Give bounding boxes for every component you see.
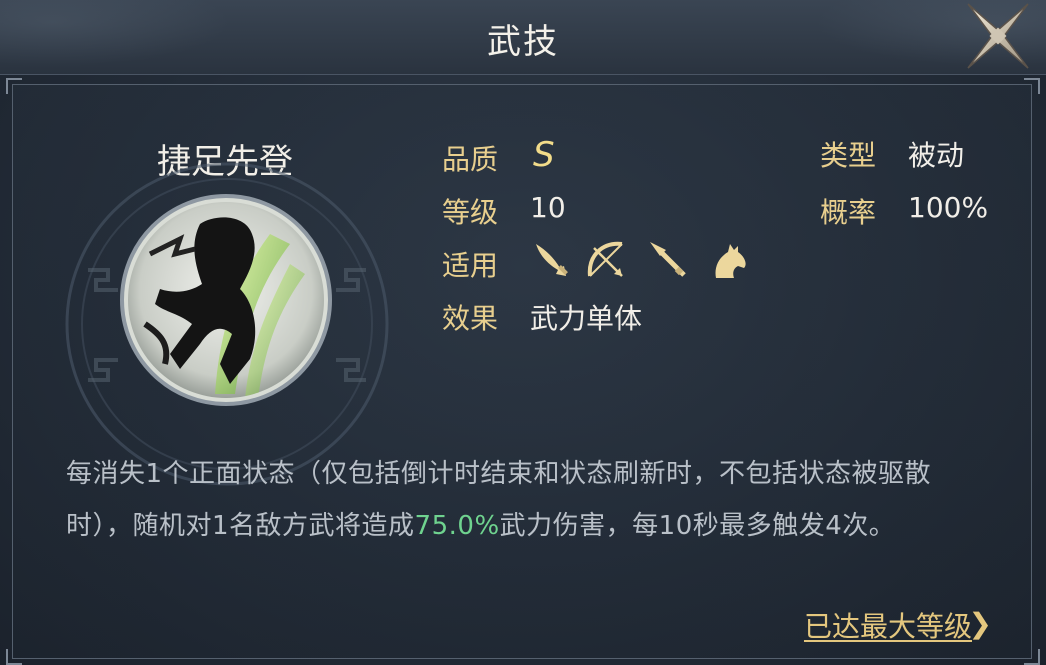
bow-icon (587, 241, 623, 277)
damage-percent: 75.0% (414, 511, 500, 541)
skill-description: 每消失1个正面状态（仅包括倒计时结束和状态刷新时，不包括状态被驱散时），随机对1… (66, 448, 986, 552)
quality-label: 品质 (442, 143, 499, 176)
chevron-right-icon: ❯ (968, 607, 992, 640)
chance-label: 概率 (820, 196, 877, 229)
close-button[interactable] (962, 0, 1034, 72)
panel-corner (1024, 78, 1040, 94)
max-level-link[interactable]: 已达最大等级 (804, 605, 972, 645)
skill-icon (120, 194, 332, 406)
spear-icon (650, 242, 686, 277)
header-bar: 武技 (0, 0, 1046, 75)
weapon-type-spear[interactable] (646, 238, 690, 282)
chance-value: 100% (908, 191, 989, 224)
description-text-tail: 武力伤害，每10秒最多触发4次。 (499, 511, 896, 541)
horse-icon (715, 244, 746, 278)
effect-label: 效果 (442, 302, 499, 335)
panel-corner (1024, 649, 1040, 665)
weapon-type-bow[interactable] (584, 238, 628, 282)
weapon-type-sword[interactable] (528, 238, 572, 282)
page-title: 武技 (487, 22, 559, 62)
level-label: 等级 (442, 196, 499, 229)
panel-corner (6, 649, 22, 665)
weapon-type-cavalry[interactable] (706, 238, 750, 282)
level-value: 10 (530, 191, 566, 224)
effect-value: 武力单体 (530, 302, 643, 335)
type-value: 被动 (908, 139, 965, 172)
applicable-label: 适用 (442, 249, 499, 282)
close-icon (967, 3, 1029, 69)
panel-corner (6, 78, 22, 94)
quality-value: S (533, 135, 555, 175)
type-label: 类型 (820, 139, 877, 172)
skill-portrait-icon (120, 194, 332, 406)
sword-icon (536, 244, 568, 276)
